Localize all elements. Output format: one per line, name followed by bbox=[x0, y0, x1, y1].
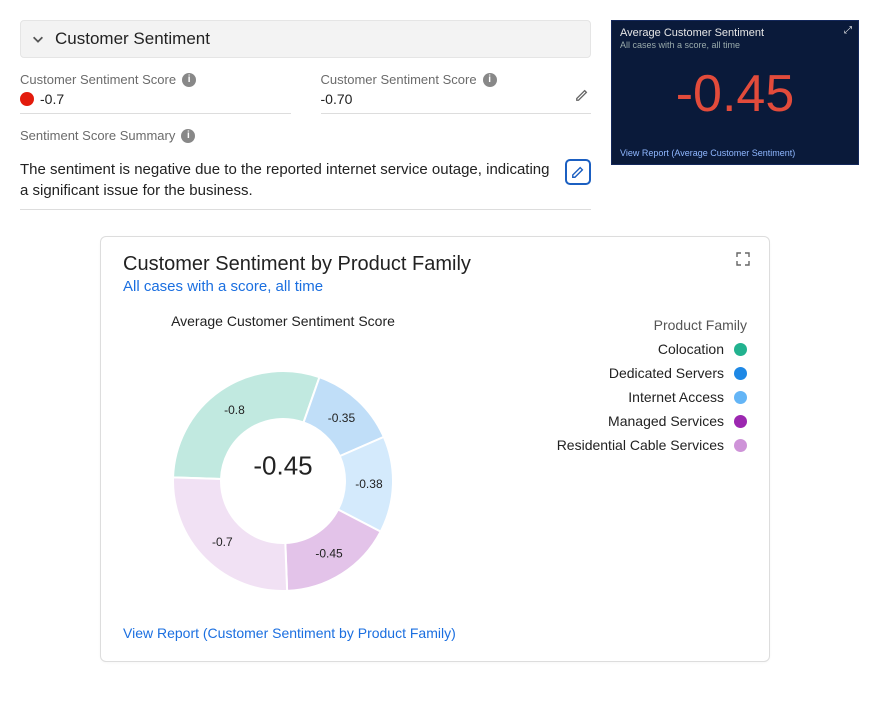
donut-segment-label: -0.35 bbox=[328, 411, 356, 425]
legend-label: Internet Access bbox=[628, 389, 724, 405]
kpi-value: -0.45 bbox=[620, 50, 850, 146]
field-sentiment-score-2[interactable]: Customer Sentiment Score i -0.70 bbox=[321, 68, 592, 114]
chart-card-sentiment-by-product-family: Customer Sentiment by Product Family All… bbox=[100, 236, 770, 662]
legend-dot-icon bbox=[734, 391, 747, 404]
legend-dot-icon bbox=[734, 439, 747, 452]
donut-segment-label: -0.38 bbox=[355, 477, 383, 491]
chart-center-value: -0.45 bbox=[253, 451, 312, 482]
kpi-subtitle: All cases with a score, all time bbox=[620, 40, 850, 50]
chart-title: Customer Sentiment by Product Family bbox=[123, 253, 747, 276]
legend-item[interactable]: Internet Access bbox=[557, 389, 747, 405]
expand-icon[interactable]: ⤢ bbox=[844, 25, 852, 36]
section-header[interactable]: Customer Sentiment bbox=[20, 20, 591, 58]
legend-title: Product Family bbox=[557, 317, 747, 333]
legend-item[interactable]: Managed Services bbox=[557, 413, 747, 429]
legend-dot-icon bbox=[734, 343, 747, 356]
status-dot-negative bbox=[20, 92, 34, 106]
donut-segment-label: -0.7 bbox=[212, 535, 233, 549]
field-sentiment-score-1: Customer Sentiment Score i -0.7 bbox=[20, 68, 291, 114]
legend-label: Managed Services bbox=[608, 413, 724, 429]
legend-label: Dedicated Servers bbox=[609, 365, 724, 381]
pencil-icon[interactable] bbox=[575, 88, 589, 107]
field-label: Customer Sentiment Score bbox=[20, 72, 176, 87]
info-icon[interactable]: i bbox=[181, 129, 195, 143]
chevron-down-icon bbox=[31, 30, 45, 48]
legend-item[interactable]: Colocation bbox=[557, 341, 747, 357]
section-title: Customer Sentiment bbox=[55, 29, 210, 49]
info-icon[interactable]: i bbox=[483, 73, 497, 87]
legend-label: Colocation bbox=[658, 341, 724, 357]
kpi-card-average-sentiment[interactable]: ⤢ Average Customer Sentiment All cases w… bbox=[611, 20, 859, 165]
field-summary-label-row: Sentiment Score Summary i bbox=[20, 124, 591, 149]
expand-icon[interactable] bbox=[735, 251, 751, 272]
summary-block: The sentiment is negative due to the rep… bbox=[20, 159, 591, 210]
chart-caption: Average Customer Sentiment Score bbox=[123, 313, 443, 329]
field-label: Sentiment Score Summary bbox=[20, 128, 175, 143]
donut-chart[interactable]: Average Customer Sentiment Score -0.8 -0.… bbox=[123, 313, 443, 613]
kpi-view-report-link[interactable]: View Report (Average Customer Sentiment) bbox=[620, 148, 850, 158]
edit-summary-button[interactable] bbox=[565, 159, 591, 185]
chart-subtitle-link[interactable]: All cases with a score, all time bbox=[123, 278, 747, 295]
field-value: -0.70 bbox=[321, 91, 353, 107]
chart-view-report-link[interactable]: View Report (Customer Sentiment by Produ… bbox=[123, 625, 456, 641]
field-value: -0.7 bbox=[40, 91, 64, 107]
legend-item[interactable]: Dedicated Servers bbox=[557, 365, 747, 381]
info-icon[interactable]: i bbox=[182, 73, 196, 87]
donut-segment-label: -0.8 bbox=[224, 403, 245, 417]
summary-text: The sentiment is negative due to the rep… bbox=[20, 159, 551, 201]
field-label: Customer Sentiment Score bbox=[321, 72, 477, 87]
legend-dot-icon bbox=[734, 367, 747, 380]
chart-legend: Product Family Colocation Dedicated Serve… bbox=[557, 313, 747, 613]
legend-dot-icon bbox=[734, 415, 747, 428]
legend-item[interactable]: Residential Cable Services bbox=[557, 437, 747, 453]
kpi-title: Average Customer Sentiment bbox=[620, 27, 850, 39]
legend-label: Residential Cable Services bbox=[557, 437, 724, 453]
donut-segment-label: -0.45 bbox=[315, 547, 343, 561]
